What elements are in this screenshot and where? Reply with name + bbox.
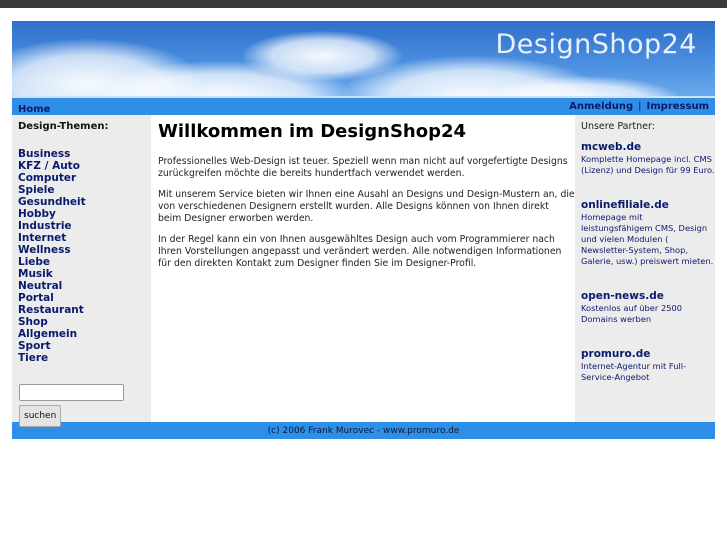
category-link-sport[interactable]: Sport	[18, 340, 51, 352]
partner-link-onlinefiliale[interactable]: onlinefiliale.de	[581, 199, 715, 211]
sidebar-title: Design-Themen:	[18, 121, 109, 132]
category-item: Internet	[18, 232, 151, 244]
partner-link-promuro[interactable]: promuro.de	[581, 348, 715, 360]
category-item: Neutral	[18, 280, 151, 292]
category-link-shop[interactable]: Shop	[18, 316, 48, 328]
category-link-spiele[interactable]: Spiele	[18, 184, 55, 196]
nav-separator: |	[638, 101, 642, 112]
partner-link-mcweb[interactable]: mcweb.de	[581, 141, 715, 153]
category-item: Liebe	[18, 256, 151, 268]
category-item: Musik	[18, 268, 151, 280]
category-item: Sport	[18, 340, 151, 352]
category-link-musik[interactable]: Musik	[18, 268, 53, 280]
category-item: Portal	[18, 292, 151, 304]
partner-item: onlinefiliale.de Homepage mit leistungsf…	[581, 199, 715, 267]
sidebar: Design-Themen: Business KFZ / Auto Compu…	[12, 115, 151, 427]
partner-description[interactable]: Internet-Agentur mit Full-Service-Angebo…	[581, 361, 715, 383]
category-item: Business	[18, 148, 151, 160]
category-item: KFZ / Auto	[18, 160, 151, 172]
partner-item: promuro.de Internet-Agentur mit Full-Ser…	[581, 348, 715, 383]
category-item: Shop	[18, 316, 151, 328]
top-bar	[0, 0, 727, 8]
page-title: Willkommen im DesignShop24	[158, 121, 467, 142]
category-item: Spiele	[18, 184, 151, 196]
partner-sidebar: Unsere Partner: mcweb.de Komplette Homep…	[575, 115, 715, 422]
nav-home-link[interactable]: Home	[18, 104, 50, 115]
category-link-tiere[interactable]: Tiere	[18, 352, 48, 364]
category-link-portal[interactable]: Portal	[18, 292, 54, 304]
category-item: Restaurant	[18, 304, 151, 316]
nav-imprint-link[interactable]: Impressum	[647, 101, 709, 112]
main-content: Willkommen im DesignShop24 Professionell…	[151, 115, 575, 422]
header-banner: DesignShop24	[12, 21, 715, 96]
partner-item: mcweb.de Komplette Homepage incl. CMS (L…	[581, 141, 715, 176]
partners-title: Unsere Partner:	[581, 121, 655, 132]
category-link-hobby[interactable]: Hobby	[18, 208, 56, 220]
partner-link-open-news[interactable]: open-news.de	[581, 290, 715, 302]
category-link-allgemein[interactable]: Allgemein	[18, 328, 77, 340]
category-link-liebe[interactable]: Liebe	[18, 256, 50, 268]
category-item: Allgemein	[18, 328, 151, 340]
category-item: Industrie	[18, 220, 151, 232]
category-link-kfz-auto[interactable]: KFZ / Auto	[18, 160, 80, 172]
category-item: Computer	[18, 172, 151, 184]
category-item: Gesundheit	[18, 196, 151, 208]
customization-paragraph: In der Regel kann ein von Ihnen ausgewäh…	[158, 234, 562, 269]
category-list: Business KFZ / Auto Computer Spiele Gesu…	[18, 148, 151, 364]
footer-copyright: (c) 2006 Frank Murovec - www.promuro.de	[267, 425, 460, 436]
partner-description[interactable]: Komplette Homepage incl. CMS (Lizenz) un…	[581, 154, 715, 176]
category-item: Hobby	[18, 208, 151, 220]
nav-login-link[interactable]: Anmeldung	[569, 101, 633, 112]
category-link-computer[interactable]: Computer	[18, 172, 76, 184]
category-item: Wellness	[18, 244, 151, 256]
search-button[interactable]: suchen	[19, 405, 62, 427]
partner-item: open-news.de Kostenlos auf über 2500 Dom…	[581, 290, 715, 325]
category-link-gesundheit[interactable]: Gesundheit	[18, 196, 86, 208]
partner-description[interactable]: Homepage mit leistungsfähigem CMS, Desig…	[581, 212, 715, 267]
search-input[interactable]	[19, 384, 124, 401]
service-paragraph: Mit unserem Service bieten wir Ihnen ein…	[158, 189, 575, 224]
category-link-restaurant[interactable]: Restaurant	[18, 304, 84, 316]
category-link-wellness[interactable]: Wellness	[18, 244, 71, 256]
category-link-neutral[interactable]: Neutral	[18, 280, 62, 292]
category-item: Tiere	[18, 352, 151, 364]
page-container: DesignShop24 Home Anmeldung | Impressum …	[12, 21, 715, 439]
intro-paragraph: Professionelles Web-Design ist teuer. Sp…	[158, 156, 568, 179]
category-link-business[interactable]: Business	[18, 148, 70, 160]
nav-bar: Home Anmeldung | Impressum	[12, 96, 715, 115]
site-logo: DesignShop24	[495, 29, 697, 60]
category-link-industrie[interactable]: Industrie	[18, 220, 72, 232]
category-link-internet[interactable]: Internet	[18, 232, 66, 244]
partner-description[interactable]: Kostenlos auf über 2500 Domains werben	[581, 303, 715, 325]
